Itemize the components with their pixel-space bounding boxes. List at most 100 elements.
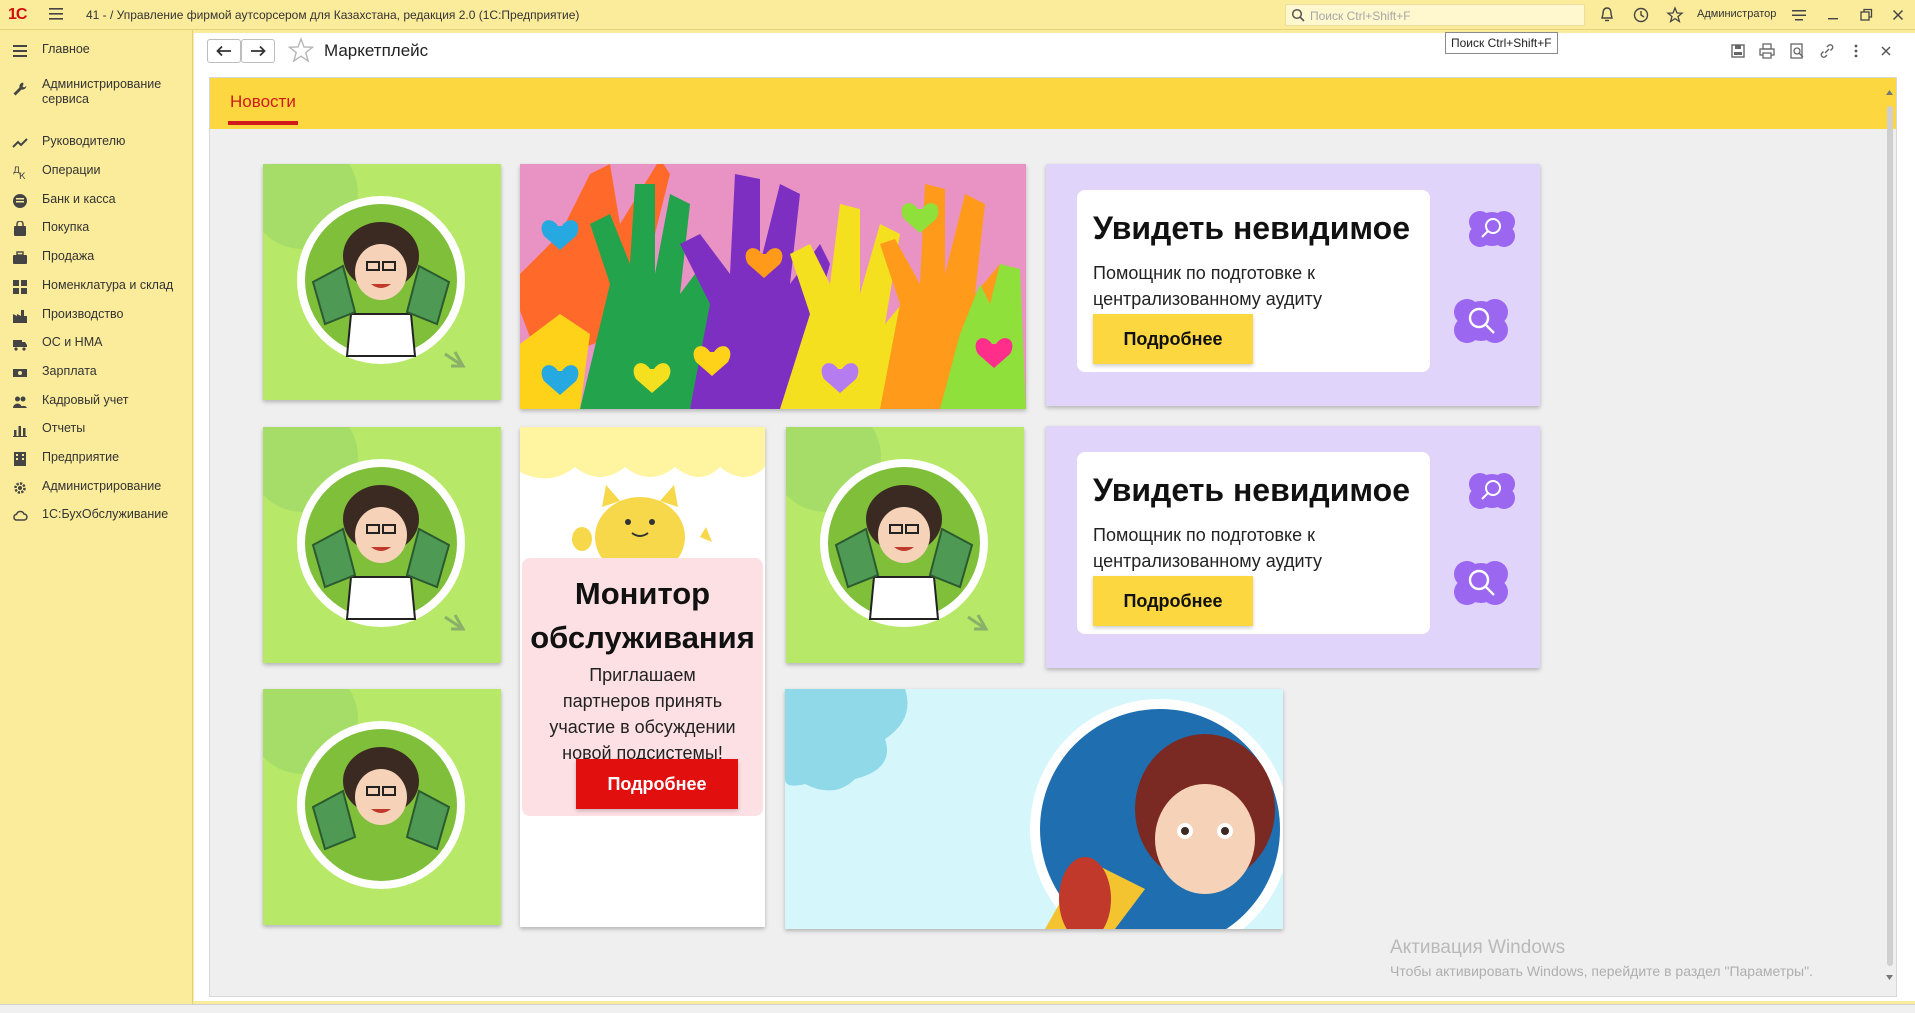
title-bar: 1С 41 - / Управление фирмой аутсорсером …: [0, 0, 1915, 30]
monitor-title: Монитор обслуживания: [530, 576, 755, 655]
close-icon[interactable]: [1889, 6, 1907, 24]
truck-icon: [13, 340, 27, 351]
minimize-icon[interactable]: [1824, 6, 1842, 24]
preview-icon[interactable]: [1788, 42, 1806, 60]
sidebar-item-label: Операции: [42, 163, 101, 177]
cat-illustration: [520, 427, 765, 567]
windows-activation-title: Активация Windows: [1390, 937, 1566, 958]
scrollbar-thumb[interactable]: [1887, 106, 1893, 966]
forward-button[interactable]: [241, 39, 275, 63]
vertical-scrollbar[interactable]: [1885, 86, 1894, 986]
money-icon: [13, 369, 27, 377]
taskbar-strip: [0, 1004, 1915, 1013]
news-card-monitor[interactable]: Монитор обслуживания Приглашаем партнеро…: [520, 427, 765, 927]
windows-activation-text: Чтобы активировать Windows, перейдите в …: [1390, 963, 1813, 979]
news-frame: Новости Увидеть невидимое Помощник по по…: [209, 77, 1897, 997]
more-icon[interactable]: [1847, 42, 1865, 60]
trend-icon: [12, 138, 28, 148]
settings-menu-icon[interactable]: [1790, 6, 1808, 24]
marketplace-window: Маркетплейс Новости Увидеть невидимое По…: [194, 33, 1915, 1001]
promo-title: Увидеть невидимое: [1093, 210, 1410, 246]
scroll-up-icon[interactable]: [1885, 88, 1894, 96]
grid-icon: [13, 280, 27, 294]
news-card-hands-image[interactable]: [520, 164, 1026, 409]
sidebar-item-label: Администрирование сервиса: [42, 77, 162, 106]
main-menu-icon[interactable]: [48, 7, 64, 21]
favorite-star-icon[interactable]: [288, 37, 314, 63]
sidebar-item-label: Администрирование: [42, 479, 162, 493]
building-icon: [14, 452, 26, 466]
sidebar-item-label: Кадровый учет: [42, 393, 129, 407]
monitor-text: Приглашаем партнеров принять участие в о…: [549, 665, 736, 763]
arrow-left-icon: [216, 45, 231, 57]
print-icon[interactable]: [1758, 42, 1776, 60]
sidebar-item-label: Производство: [42, 307, 124, 321]
window-title: 41 - / Управление фирмой аутсорсером для…: [86, 8, 580, 22]
promo-panel: Увидеть невидимое Помощник по подготовке…: [1077, 190, 1430, 372]
scroll-down-icon[interactable]: [1885, 974, 1894, 982]
mascot-illustration: [786, 427, 989, 631]
mascot-illustration: [263, 427, 466, 631]
wrench-icon: [13, 82, 27, 96]
user-name[interactable]: Администратор: [1697, 8, 1776, 20]
cloud-icon: [13, 510, 28, 521]
mascot-illustration: [263, 164, 466, 368]
sidebar-item-label: Предприятие: [42, 450, 120, 464]
app-logo[interactable]: 1С: [8, 6, 27, 24]
promo-more-button[interactable]: Подробнее: [1093, 576, 1253, 626]
news-card-megaphone[interactable]: [785, 689, 1283, 929]
gear-icon: [14, 482, 26, 494]
coins-icon: [13, 194, 27, 208]
mascot-illustration: [263, 689, 465, 889]
sidebar-item-label: Отчеты: [42, 421, 86, 435]
briefcase-icon: [13, 251, 27, 264]
restore-icon[interactable]: [1857, 6, 1875, 24]
news-card-mascot[interactable]: [263, 427, 501, 663]
monitor-more-button[interactable]: Подробнее: [576, 759, 738, 809]
sidebar: Главное Администрирование сервиса Руково…: [0, 30, 193, 1013]
news-card-audit-promo[interactable]: Увидеть невидимое Помощник по подготовке…: [1046, 426, 1540, 668]
sidebar-item-label: Главное: [42, 42, 90, 56]
sidebar-item-label: Номенклатура и склад: [42, 278, 174, 292]
save-icon[interactable]: [1729, 42, 1747, 60]
menu-lines-icon: [13, 45, 27, 57]
operations-icon: ДК: [13, 166, 26, 180]
magnifier-flower-icon: [1454, 561, 1508, 605]
news-card-mascot[interactable]: [263, 689, 501, 925]
sidebar-item-label: Зарплата: [42, 364, 97, 378]
window-close-icon[interactable]: [1877, 42, 1895, 60]
colorful-hands-illustration: [520, 164, 1026, 409]
bag-icon: [14, 221, 26, 236]
factory-icon: [13, 310, 27, 323]
search-icon: [1291, 8, 1305, 22]
search-tooltip: Поиск Ctrl+Shift+F: [1445, 32, 1558, 54]
sidebar-item-label: Руководителю: [42, 134, 126, 148]
promo-panel: Увидеть невидимое Помощник по подготовке…: [1077, 452, 1430, 634]
page-title: Маркетплейс: [324, 41, 429, 60]
megaphone-girl-illustration: [785, 689, 1283, 929]
bell-icon[interactable]: [1598, 6, 1616, 24]
news-card-audit-promo[interactable]: Увидеть невидимое Помощник по подготовке…: [1046, 164, 1540, 406]
promo-more-button[interactable]: Подробнее: [1093, 314, 1253, 364]
favorites-star-icon[interactable]: [1666, 6, 1684, 24]
sidebar-item-label: 1С:БухОбслуживание: [42, 507, 169, 521]
window-toolbar: Маркетплейс: [194, 33, 1915, 71]
link-icon[interactable]: [1818, 42, 1836, 60]
magnifier-flower-icon: [1469, 473, 1515, 509]
svg-text:К: К: [19, 172, 26, 180]
global-search-input[interactable]: Поиск Ctrl+Shift+F: [1285, 4, 1585, 26]
history-icon[interactable]: [1632, 6, 1650, 24]
sidebar-item-label: Продажа: [42, 249, 95, 263]
bar-chart-icon: [13, 426, 27, 437]
news-card-mascot[interactable]: [263, 164, 501, 400]
tab-bar: Новости: [210, 78, 1896, 129]
tab-news[interactable]: Новости: [230, 92, 296, 112]
news-card-mascot[interactable]: [786, 427, 1024, 663]
promo-text: Помощник по подготовке к централизованно…: [1093, 525, 1322, 571]
sidebar-item-label: Покупка: [42, 220, 90, 234]
magnifier-flower-icon: [1469, 211, 1515, 247]
people-icon: [13, 396, 27, 408]
back-button[interactable]: [207, 39, 241, 63]
tab-active-indicator: [228, 121, 298, 125]
sidebar-item-label: ОС и НМА: [42, 335, 103, 349]
